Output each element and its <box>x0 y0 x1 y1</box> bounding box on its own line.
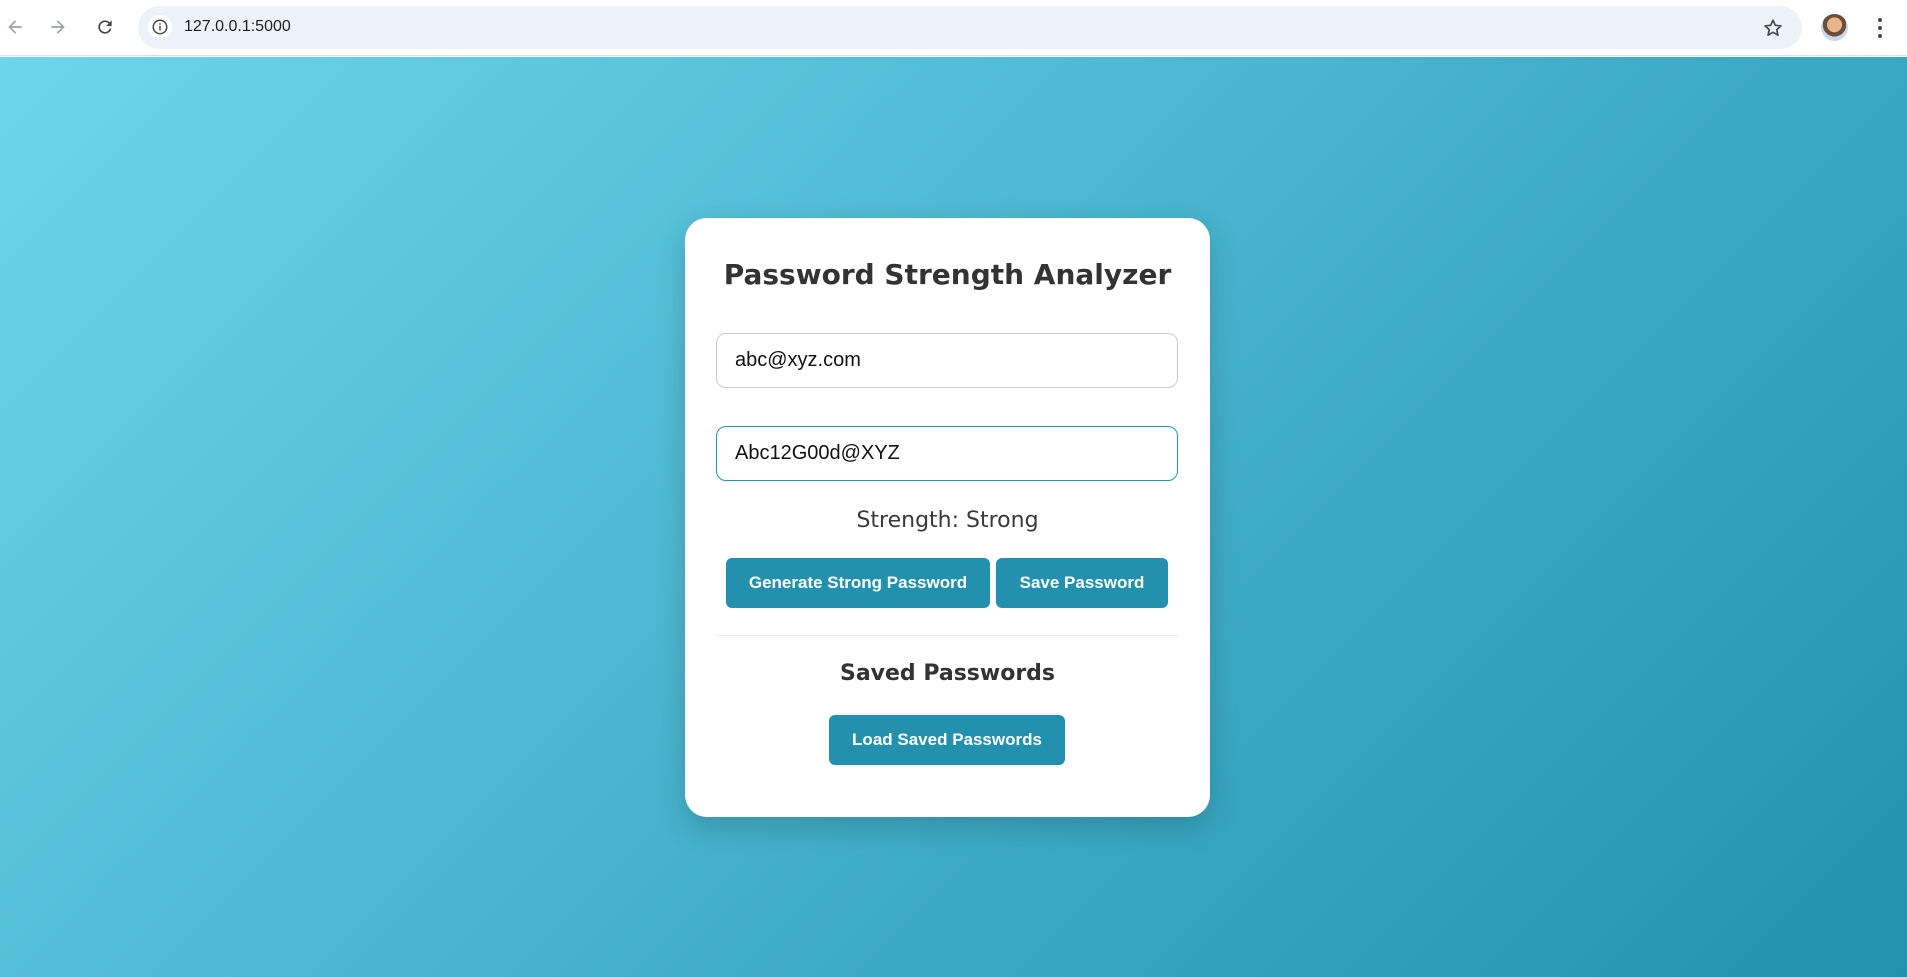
more-menu-icon[interactable] <box>1873 14 1887 42</box>
back-arrow-icon[interactable] <box>3 15 27 39</box>
star-icon[interactable] <box>1762 17 1784 39</box>
strength-label: Strength: Strong <box>856 508 1039 533</box>
analyzer-card: Password Strength Analyzer Strength: Str… <box>685 218 1210 817</box>
forward-arrow-icon[interactable] <box>46 15 70 39</box>
divider <box>716 635 1178 636</box>
load-saved-passwords-button[interactable]: Load Saved Passwords <box>829 715 1065 765</box>
password-field[interactable] <box>716 426 1178 481</box>
address-bar[interactable]: 127.0.0.1:5000 <box>138 6 1802 49</box>
reload-icon[interactable] <box>93 15 117 39</box>
save-password-button[interactable]: Save Password <box>996 558 1168 608</box>
browser-toolbar: 127.0.0.1:5000 <box>0 0 1907 56</box>
email-field[interactable] <box>716 333 1178 388</box>
generate-password-button[interactable]: Generate Strong Password <box>726 558 990 608</box>
saved-passwords-heading: Saved Passwords <box>839 661 1056 686</box>
page-background: Password Strength Analyzer Strength: Str… <box>0 57 1907 977</box>
avatar[interactable] <box>1821 14 1848 41</box>
info-icon[interactable] <box>148 15 172 39</box>
url-text[interactable]: 127.0.0.1:5000 <box>184 18 291 36</box>
page-title: Password Strength Analyzer <box>723 258 1172 291</box>
